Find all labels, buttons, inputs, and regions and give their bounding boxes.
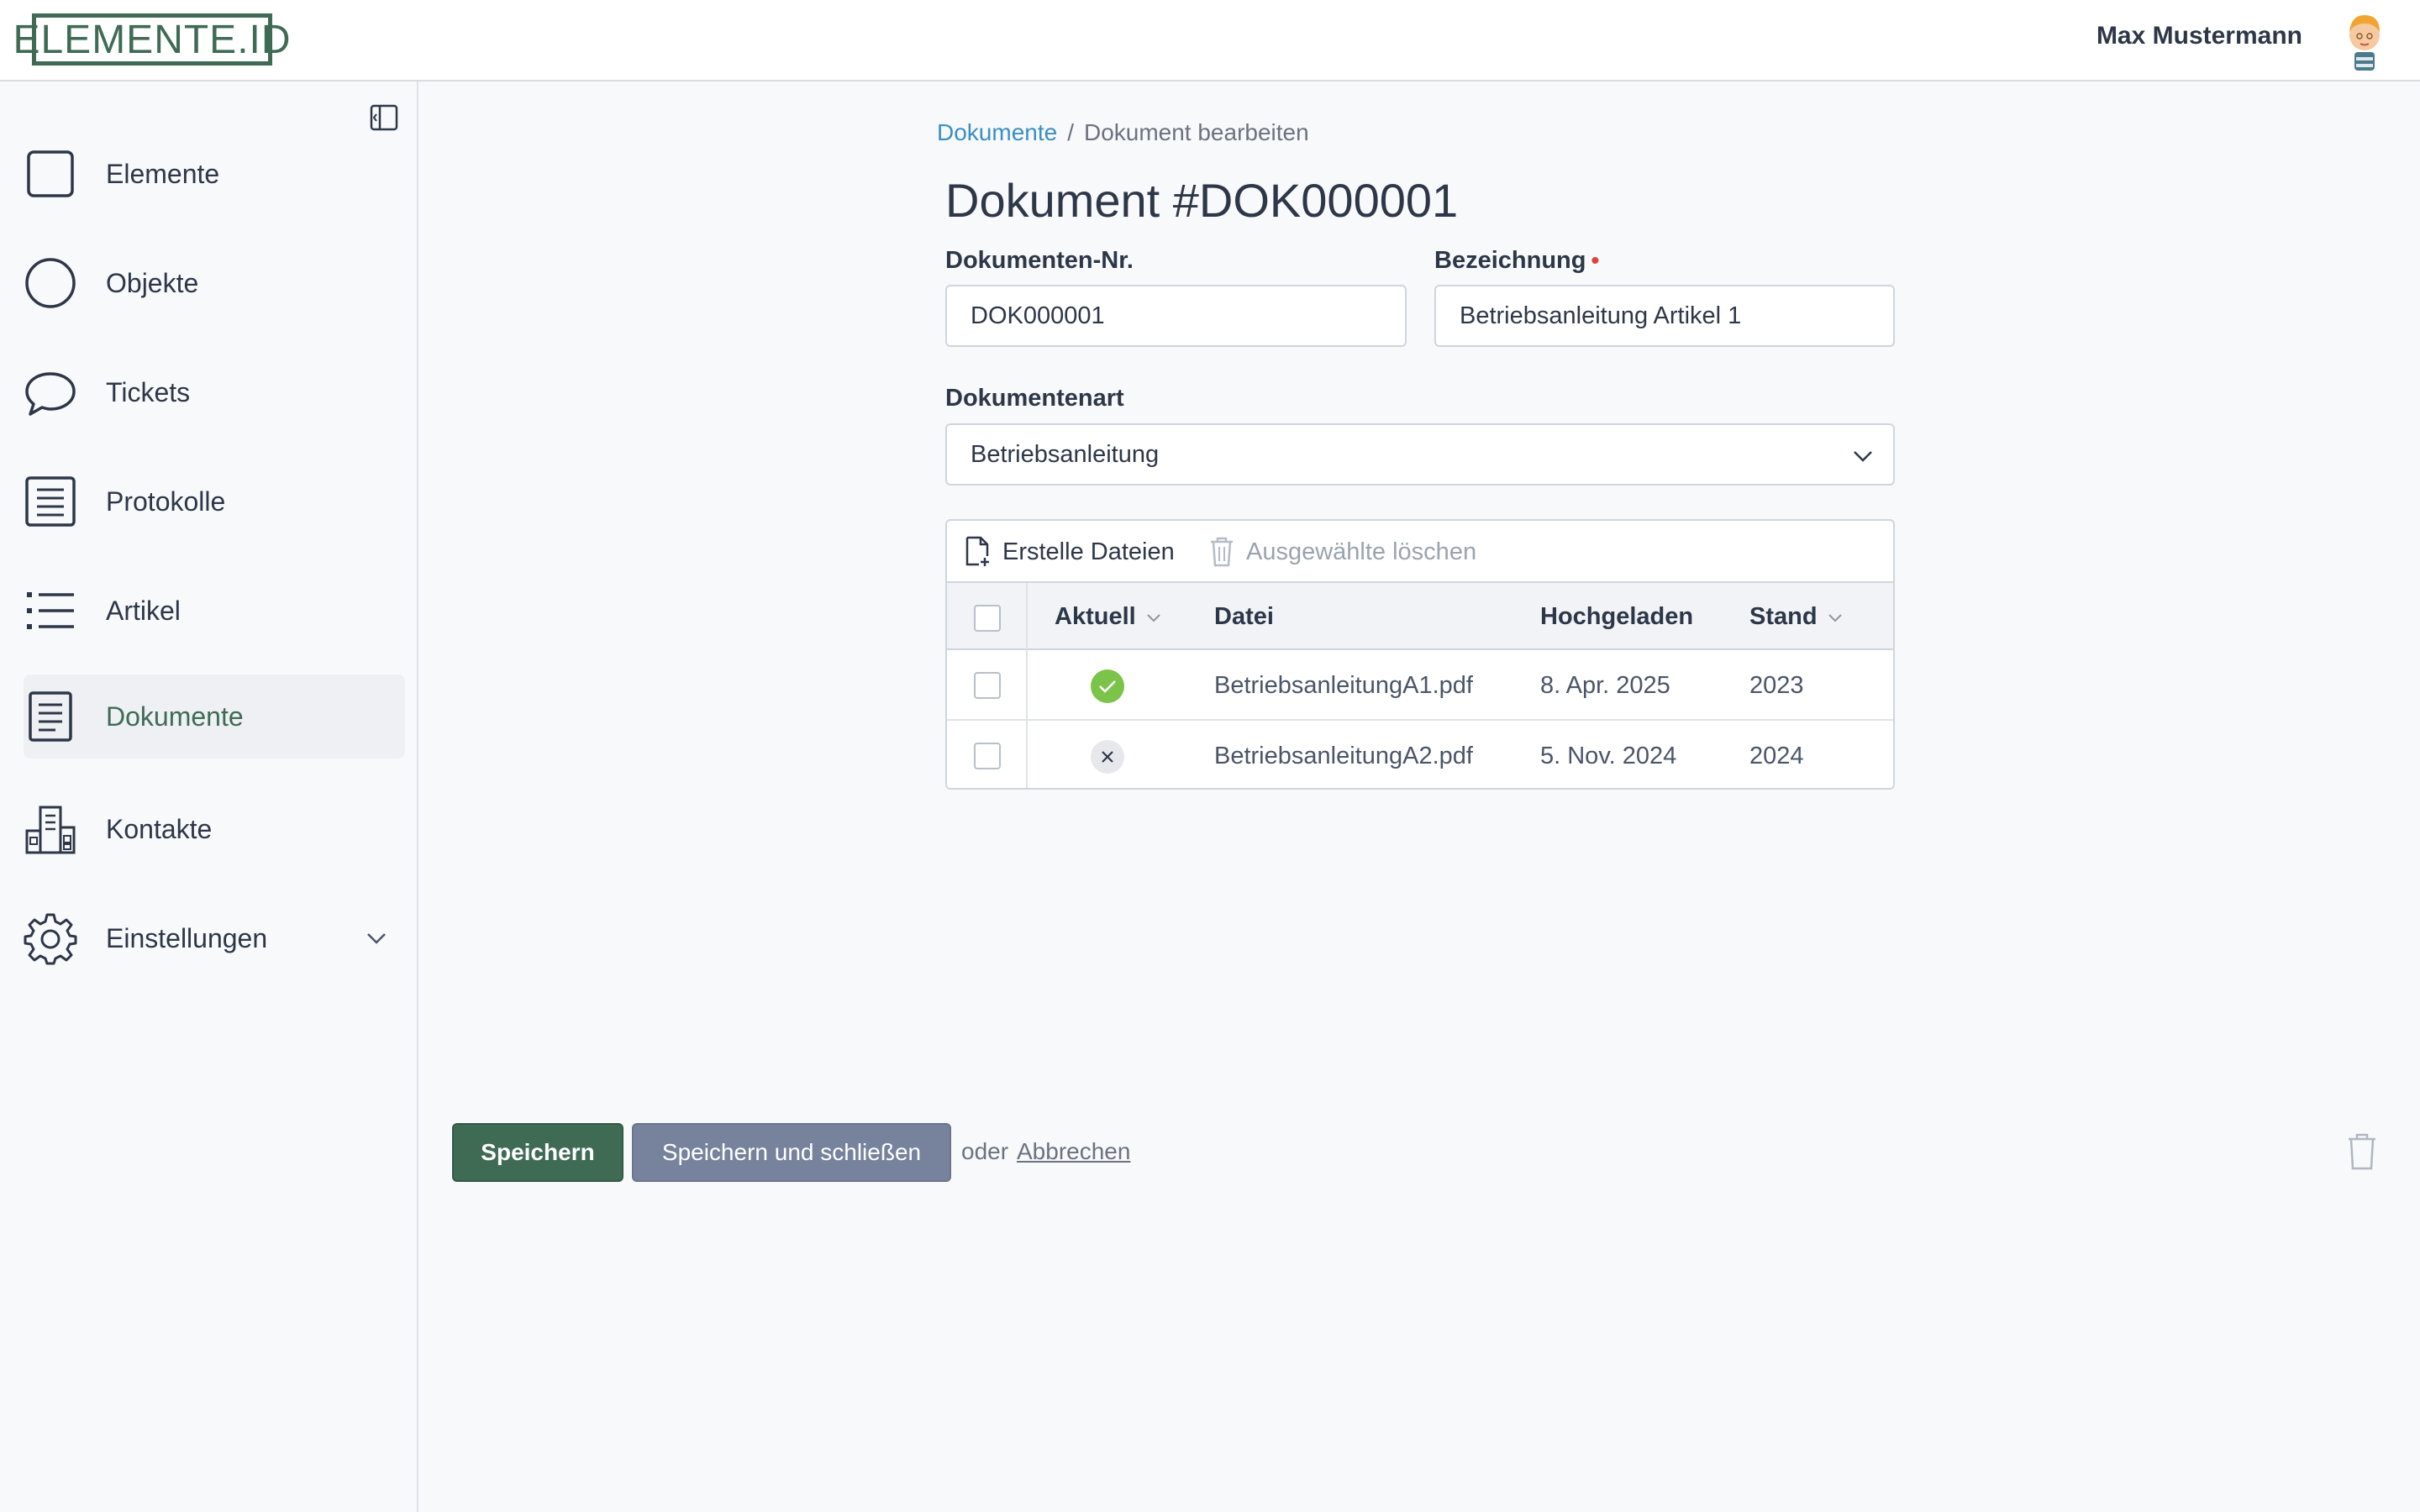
speech-bubble-icon	[25, 372, 76, 416]
column-header-aktuell[interactable]: Aktuell	[1055, 603, 1163, 631]
table-row[interactable]: BetriebsanleitungA2.pdf 5. Nov. 2024 202…	[947, 722, 1893, 788]
breadcrumb-current: Dokument bearbeiten	[1083, 119, 1309, 145]
create-files-label: Erstelle Dateien	[1002, 538, 1175, 565]
row-checkbox[interactable]	[974, 672, 1001, 699]
x-circle-icon	[1091, 740, 1124, 774]
doc-type-select[interactable]: Betriebsanleitung	[945, 423, 1895, 486]
sidebar-item-dokumente[interactable]: Dokumente	[24, 675, 405, 759]
chevron-down-icon	[1854, 451, 1872, 462]
version-year: 2024	[1749, 743, 1804, 769]
sidebar-item-protokolle[interactable]: Protokolle	[24, 459, 405, 543]
chevron-down-icon	[1146, 613, 1160, 622]
sidebar-item-label: Artikel	[106, 595, 181, 626]
uploaded-date: 5. Nov. 2024	[1540, 743, 1677, 769]
sidebar: Elemente Objekte Tickets Protokolle Arti…	[0, 81, 418, 1512]
sidebar-item-objekte[interactable]: Objekte	[24, 241, 405, 325]
name-label: Bezeichnung •	[1434, 247, 1600, 274]
column-divider	[1026, 583, 1028, 788]
page-title: Dokument #DOK000001	[945, 174, 1459, 227]
column-header-datei[interactable]: Datei	[1214, 603, 1274, 631]
column-header-stand[interactable]: Stand	[1749, 603, 1844, 631]
buildings-icon	[25, 806, 76, 854]
breadcrumb-link-dokumente[interactable]: Dokumente	[937, 119, 1057, 145]
doc-number-field[interactable]: DOK000001	[945, 285, 1407, 347]
new-file-icon	[965, 536, 989, 566]
sidebar-item-artikel[interactable]: Artikel	[24, 569, 405, 653]
user-name[interactable]: Max Mustermann	[2096, 22, 2302, 50]
sidebar-item-label: Elemente	[106, 158, 220, 189]
sidebar-item-label: Objekte	[106, 267, 199, 298]
chevron-down-icon	[1828, 613, 1842, 622]
breadcrumb-separator: /	[1067, 119, 1074, 145]
file-name[interactable]: BetriebsanleitungA2.pdf	[1214, 743, 1473, 770]
or-text: oder	[961, 1138, 1009, 1164]
sidebar-item-label: Dokumente	[106, 701, 244, 732]
create-files-button[interactable]: Erstelle Dateien	[964, 536, 1175, 568]
delete-selected-button[interactable]: Ausgewählte löschen	[1207, 536, 1476, 568]
square-icon	[27, 150, 74, 197]
save-and-close-button[interactable]: Speichern und schließen	[632, 1123, 951, 1182]
row-checkbox[interactable]	[974, 743, 1001, 769]
cancel-link[interactable]: Abbrechen	[1017, 1138, 1130, 1165]
sidebar-item-kontakte[interactable]: Kontakte	[24, 787, 405, 871]
table-header: Aktuell Datei Hochgeladen Stand	[947, 583, 1893, 650]
top-bar: ELEMENTE.ID Max Mustermann	[0, 0, 2420, 81]
gear-icon	[24, 913, 77, 965]
delete-document-icon[interactable]	[2346, 1132, 2378, 1171]
collapse-sidebar-icon[interactable]	[370, 104, 398, 131]
doc-number-label: Dokumenten-Nr.	[945, 247, 1134, 274]
sidebar-item-elemente[interactable]: Elemente	[24, 132, 405, 216]
select-all-checkbox[interactable]	[974, 605, 1001, 632]
sidebar-item-label: Protokolle	[106, 486, 226, 517]
table-row[interactable]: BetriebsanleitungA1.pdf 8. Apr. 2025 202…	[947, 652, 1893, 721]
name-field[interactable]: Betriebsanleitung Artikel 1	[1434, 285, 1895, 347]
required-marker: •	[1591, 247, 1600, 273]
sidebar-item-label: Kontakte	[106, 813, 213, 844]
list-icon	[27, 592, 74, 629]
column-header-hochgeladen[interactable]: Hochgeladen	[1540, 603, 1693, 631]
sidebar-item-einstellungen[interactable]: Einstellungen	[24, 896, 405, 980]
doc-type-label: Dokumentenart	[945, 385, 1124, 412]
files-table: Erstelle Dateien Ausgewählte löschen Akt…	[945, 519, 1895, 790]
chevron-down-icon[interactable]	[365, 927, 388, 950]
avatar[interactable]	[2341, 8, 2388, 72]
sidebar-item-tickets[interactable]: Tickets	[24, 350, 405, 434]
delete-selected-label: Ausgewählte löschen	[1246, 538, 1477, 565]
sidebar-item-label: Tickets	[106, 376, 191, 407]
check-circle-icon	[1091, 669, 1124, 703]
breadcrumb: Dokumente / Dokument bearbeiten	[937, 119, 1309, 146]
sidebar-item-label: Einstellungen	[106, 922, 268, 953]
uploaded-date: 8. Apr. 2025	[1540, 672, 1670, 699]
logo[interactable]: ELEMENTE.ID	[13, 13, 291, 66]
circle-icon	[25, 258, 76, 308]
doc-type-value: Betriebsanleitung	[971, 440, 1160, 468]
trash-icon	[1211, 537, 1233, 567]
files-toolbar: Erstelle Dateien Ausgewählte löschen	[947, 521, 1893, 583]
version-year: 2023	[1749, 672, 1804, 699]
document-icon	[29, 691, 72, 742]
save-button[interactable]: Speichern	[452, 1123, 623, 1182]
file-name[interactable]: BetriebsanleitungA1.pdf	[1214, 672, 1473, 700]
document-list-icon	[25, 476, 76, 527]
